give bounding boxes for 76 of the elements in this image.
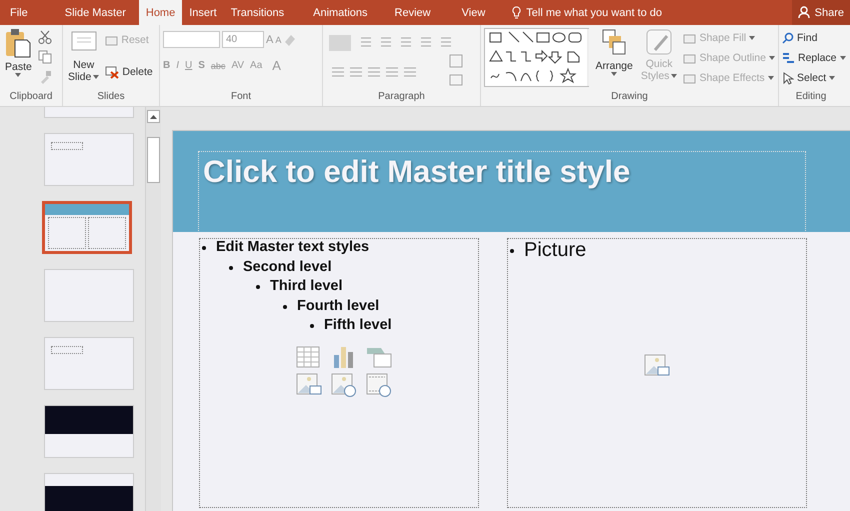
new-slide-button[interactable]: New Slide xyxy=(66,28,102,91)
caret-icon xyxy=(15,73,22,77)
caret-icon xyxy=(829,76,836,80)
online-picture-icon[interactable] xyxy=(331,372,357,397)
paste-button[interactable]: Paste xyxy=(3,28,34,91)
smartart-icon[interactable] xyxy=(366,346,392,368)
picture-icon[interactable] xyxy=(296,372,322,397)
copy-icon xyxy=(38,50,52,64)
slide-thumbnail[interactable] xyxy=(42,201,132,254)
person-icon xyxy=(798,6,811,19)
bullet-text: Third level xyxy=(270,278,343,296)
placeholder-text: Picture xyxy=(524,239,586,263)
caret-icon xyxy=(768,76,774,80)
caret-icon xyxy=(93,75,100,79)
slide-thumbnail[interactable] xyxy=(44,133,134,186)
select-icon xyxy=(782,72,794,84)
ribbon-tab[interactable]: Home xyxy=(138,0,182,25)
caret-icon xyxy=(671,74,678,78)
video-icon[interactable] xyxy=(366,372,392,397)
slide-thumbnail[interactable] xyxy=(44,337,134,390)
delete-button[interactable]: Delete xyxy=(105,62,153,82)
shape-format-icon xyxy=(683,52,696,64)
group-label: Drawing xyxy=(610,91,649,104)
share-button[interactable]: Share xyxy=(792,0,850,25)
bullet-icon xyxy=(202,246,206,250)
tell-me-field[interactable]: Tell me what you want to do xyxy=(512,0,662,25)
picture-icon[interactable] xyxy=(644,354,670,378)
select-button[interactable]: Select xyxy=(782,68,846,88)
up-arrow-icon xyxy=(150,114,157,118)
arrange-button[interactable]: Arrange xyxy=(593,28,635,91)
bullet-icon xyxy=(310,324,314,328)
replace-icon xyxy=(782,52,795,64)
group-label: Font xyxy=(230,91,252,104)
lightbulb-icon xyxy=(512,6,522,19)
shape-format-icon xyxy=(683,32,696,44)
group-label: Paragraph xyxy=(377,91,426,104)
group-label: Slides xyxy=(96,91,126,104)
replace-button[interactable]: Replace xyxy=(782,48,846,68)
ribbon-tab[interactable]: File xyxy=(3,0,35,25)
bullet-text: Fifth level xyxy=(324,317,392,336)
slide-thumbnail[interactable] xyxy=(44,269,134,322)
bullet-text: Fourth level xyxy=(297,298,380,316)
bullet-text: Edit Master text styles xyxy=(216,239,370,257)
ribbon-tab[interactable]: Review xyxy=(388,0,438,25)
ribbon-tab[interactable]: Transitions xyxy=(224,0,292,25)
shape-gallery[interactable] xyxy=(484,28,590,87)
group-label: Clipboard xyxy=(8,91,54,104)
reset-icon xyxy=(105,34,118,46)
eraser-icon xyxy=(283,32,298,46)
bullet-icon xyxy=(283,304,287,309)
bullet-icon xyxy=(256,285,260,290)
slide-thumbnail[interactable] xyxy=(44,405,134,458)
bullet-text: Second level xyxy=(243,258,332,277)
bar-chart-icon[interactable] xyxy=(331,346,355,368)
caret-icon xyxy=(749,36,756,40)
clipboard-icon xyxy=(5,28,32,58)
find-button[interactable]: Find xyxy=(782,28,846,48)
find-icon xyxy=(782,32,794,44)
ribbon-tab[interactable]: Insert xyxy=(182,0,224,25)
scrollbar-thumb[interactable] xyxy=(147,137,160,183)
ribbon-tab[interactable]: View xyxy=(454,0,492,25)
caret-icon xyxy=(840,56,846,60)
group-label: Editing xyxy=(794,91,828,104)
ribbon-tab[interactable]: Slide Master xyxy=(58,0,133,25)
slide-thumbnail[interactable] xyxy=(44,473,134,511)
caret-icon xyxy=(611,72,618,76)
delete-icon xyxy=(105,66,120,78)
shape-format-icon xyxy=(683,72,696,84)
caret-icon xyxy=(769,56,775,60)
scissors-icon xyxy=(38,30,52,44)
slide-title: Click to edit Master title style xyxy=(198,151,806,231)
table-icon[interactable] xyxy=(296,346,320,368)
bullet-icon xyxy=(510,249,514,253)
ribbon-tab[interactable]: Animations xyxy=(306,0,375,25)
bullet-icon xyxy=(229,266,233,270)
scroll-up-button[interactable] xyxy=(147,110,160,123)
